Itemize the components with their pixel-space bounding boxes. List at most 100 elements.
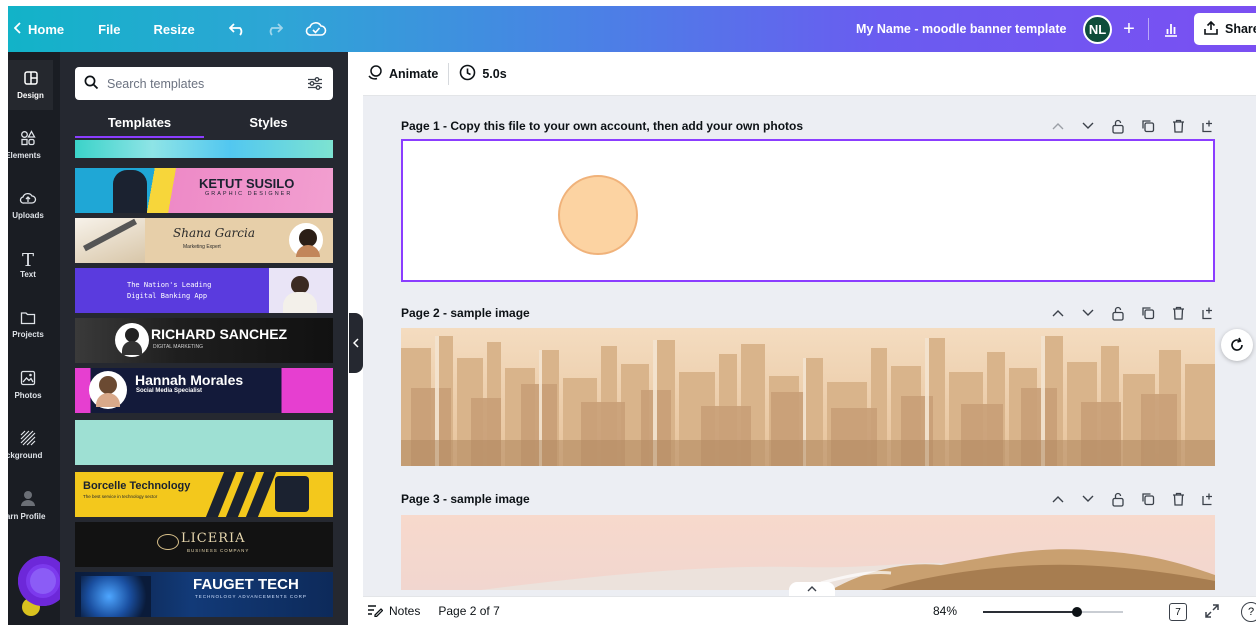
duplicate-icon[interactable] <box>1139 490 1157 508</box>
page-title[interactable]: Page 2 - sample image <box>401 306 530 320</box>
notes-button[interactable]: Notes <box>367 603 420 620</box>
page-indicator[interactable]: Page 2 of 7 <box>438 604 499 618</box>
notebook-photo <box>75 218 145 263</box>
template-thumb[interactable]: KETUT SUSILO GRAPHIC DESIGNER <box>75 168 333 213</box>
circle-shape[interactable] <box>558 175 638 255</box>
page-title[interactable]: Page 3 - sample image <box>401 492 530 506</box>
help-button[interactable]: ? <box>1241 602 1256 622</box>
rail-item-design[interactable]: Design <box>8 60 53 110</box>
animate-button[interactable]: Animate <box>367 64 438 83</box>
rail-item-learn-profile[interactable]: Learn Profile <box>8 480 48 530</box>
chevron-down-icon[interactable] <box>1079 304 1097 322</box>
notes-icon <box>367 603 384 620</box>
redo-icon[interactable] <box>265 6 283 52</box>
add-page-icon[interactable] <box>1199 304 1217 322</box>
hatch-icon <box>20 430 36 451</box>
template-title: LICERIA <box>181 531 246 546</box>
template-thumb[interactable]: Hannah Morales Social Media Specialist <box>75 368 333 413</box>
template-thumb[interactable]: LICERIA BUSINESS COMPANY <box>75 522 333 567</box>
trash-icon[interactable] <box>1169 304 1187 322</box>
duplicate-icon[interactable] <box>1139 117 1157 135</box>
lock-icon[interactable] <box>1109 304 1127 322</box>
add-page-icon[interactable] <box>1199 117 1217 135</box>
template-thumb[interactable]: FAUGET TECH TECHNOLOGY ADVANCEMENTS CORP <box>75 572 333 617</box>
collapse-panel-button[interactable] <box>349 313 363 373</box>
filter-icon[interactable] <box>307 76 323 94</box>
template-thumb[interactable]: RICHARD SANCHEZ DIGITAL MARKETING <box>75 318 333 363</box>
zoom-slider-handle[interactable] <box>1072 607 1083 617</box>
lock-icon[interactable] <box>1109 117 1127 135</box>
text-icon: T <box>21 249 34 271</box>
page-header: Page 2 - sample image <box>401 303 1217 323</box>
show-pages-button[interactable] <box>789 582 835 596</box>
add-page-icon[interactable] <box>1199 490 1217 508</box>
profile-icon <box>20 489 36 512</box>
template-subtitle: Digital Banking App <box>127 292 208 300</box>
rail-item-text[interactable]: T Text <box>8 240 48 290</box>
zoom-slider-track <box>1077 611 1123 613</box>
shapes-icon <box>20 130 36 151</box>
add-collaborator-button[interactable]: + <box>1116 15 1142 43</box>
fullscreen-icon[interactable] <box>1203 602 1221 623</box>
resize-button[interactable]: Resize <box>154 6 195 52</box>
lock-icon[interactable] <box>1109 490 1127 508</box>
page-title[interactable]: Page 1 - Copy this file to your own acco… <box>401 119 803 133</box>
page-controls <box>1049 489 1217 509</box>
cloud-upload-icon <box>19 190 37 211</box>
page-canvas-3[interactable] <box>401 515 1215 590</box>
template-thumb[interactable] <box>75 140 333 158</box>
avatar[interactable]: NL <box>1083 15 1112 44</box>
template-thumb[interactable]: The Nation's Leading Digital Banking App <box>75 268 333 313</box>
home-label: Home <box>28 21 65 37</box>
zoom-slider[interactable] <box>983 607 1123 617</box>
chevron-down-icon[interactable] <box>1079 490 1097 508</box>
undo-icon[interactable] <box>228 6 247 52</box>
document-title[interactable]: My Name - moodle banner template <box>856 6 1066 52</box>
page-header: Page 3 - sample image <box>401 489 1217 509</box>
cloud-saved-icon[interactable] <box>305 6 327 52</box>
animate-icon <box>367 64 383 83</box>
avatar <box>115 323 149 357</box>
share-icon <box>1203 20 1219 39</box>
duplicate-icon[interactable] <box>1139 304 1157 322</box>
search-input[interactable] <box>107 76 297 91</box>
refresh-icon[interactable] <box>1221 329 1253 361</box>
city-skyline-image <box>401 328 1215 466</box>
home-button[interactable]: Home <box>13 6 65 52</box>
zoom-label[interactable]: 84% <box>933 604 957 618</box>
rail-label: Learn Profile <box>8 512 46 521</box>
template-thumb[interactable]: Shana Garcia Marketing Expert <box>75 218 333 263</box>
chevron-up-icon[interactable] <box>1049 117 1067 135</box>
editor-footer: Notes Page 2 of 7 84% 7 ? <box>363 596 1256 625</box>
folder-icon <box>20 311 36 330</box>
insights-icon[interactable] <box>1156 14 1186 44</box>
trash-icon[interactable] <box>1169 490 1187 508</box>
rail-label: Uploads <box>12 211 44 220</box>
tab-templates[interactable]: Templates <box>75 110 204 138</box>
tab-styles[interactable]: Styles <box>204 110 333 140</box>
page-canvas-2[interactable] <box>401 328 1215 466</box>
trash-icon[interactable] <box>1169 117 1187 135</box>
rail-item-uploads[interactable]: Uploads <box>8 180 48 230</box>
page-controls <box>1049 303 1217 323</box>
page-grid-button[interactable]: 7 <box>1169 603 1187 621</box>
share-button[interactable]: Share <box>1194 13 1256 45</box>
chevron-up-icon[interactable] <box>1049 490 1067 508</box>
rail-item-elements[interactable]: Elements <box>8 120 48 170</box>
rail-item-projects[interactable]: Projects <box>8 300 48 350</box>
chevron-up-icon[interactable] <box>1049 304 1067 322</box>
template-thumb[interactable] <box>75 420 333 465</box>
wave-image <box>401 515 1215 590</box>
duration-button[interactable]: 5.0s <box>459 64 507 84</box>
animate-label: Animate <box>389 66 439 81</box>
template-thumb[interactable]: Borcelle Technology The best service in … <box>75 472 333 517</box>
rail-item-background[interactable]: Background <box>8 420 48 470</box>
chevron-down-icon[interactable] <box>1079 117 1097 135</box>
rail-label: Photos <box>14 391 42 400</box>
file-menu-button[interactable]: File <box>98 6 120 52</box>
side-rail: Design Elements Uploads T Text Projects … <box>8 52 68 625</box>
template-title: FAUGET TECH <box>193 576 299 593</box>
search-box[interactable] <box>75 67 333 100</box>
page-canvas-1[interactable] <box>401 139 1215 282</box>
rail-item-photos[interactable]: Photos <box>8 360 48 410</box>
